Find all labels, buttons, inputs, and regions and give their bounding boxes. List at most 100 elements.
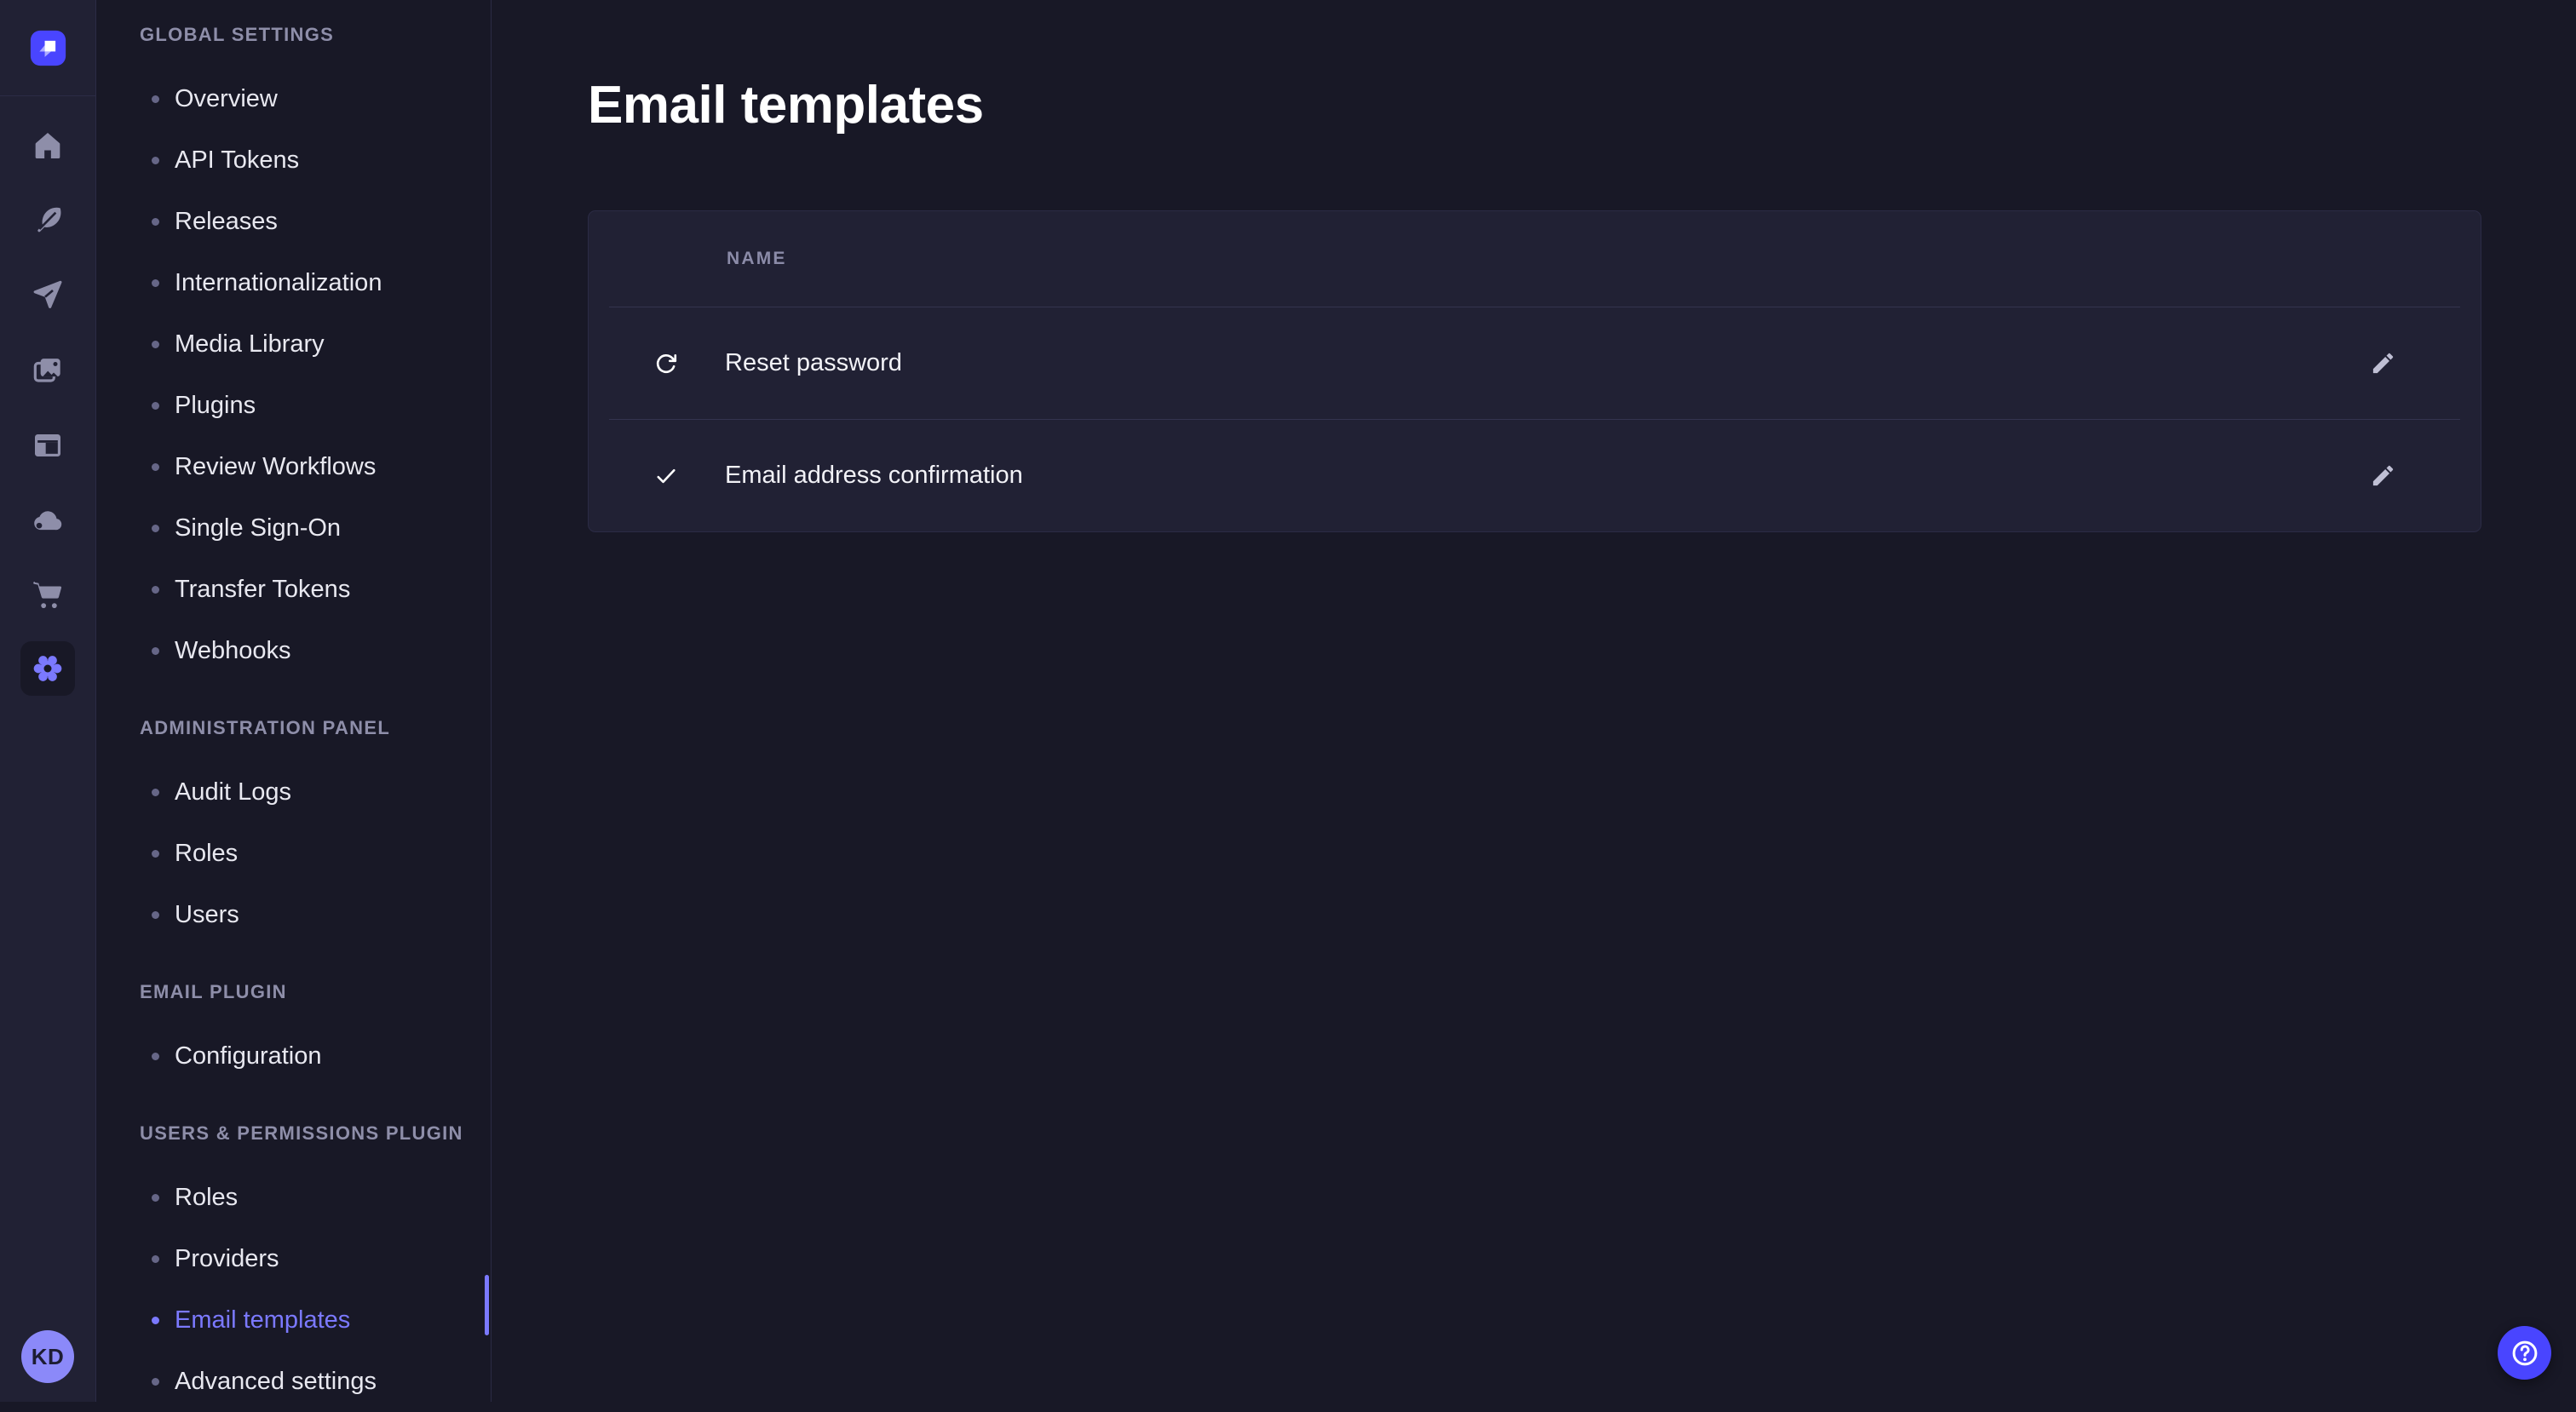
bullet-icon [152,1255,159,1263]
help-button[interactable] [2498,1326,2551,1380]
sidebar-item-internationalization[interactable]: Internationalization [97,252,491,313]
sidebar-item-single-sign-on[interactable]: Single Sign-On [97,497,491,559]
nav-section-global-settings: GLOBAL SETTINGS Overview API Tokens Release… [97,3,491,681]
email-templates-table: NAME Reset password Email address confirm… [588,210,2481,532]
bullet-icon [152,463,159,471]
sidebar-item-label: Transfer Tokens [175,576,350,604]
question-icon [2510,1338,2540,1369]
bullet-icon [152,402,159,410]
sidebar-item-advanced-settings[interactable]: Advanced settings [97,1351,491,1412]
refresh-icon [653,351,679,376]
cart-icon [31,578,65,612]
bullet-icon [152,850,159,858]
main-nav [0,129,95,696]
nav-gear[interactable] [20,641,75,696]
sidebar-item-roles[interactable]: Roles [97,1167,491,1228]
sidebar-item-media-library[interactable]: Media Library [97,313,491,375]
pencil-icon [2370,462,2396,489]
bullet-icon [152,1317,159,1324]
sidebar-item-label: Users [175,901,239,929]
bullet-icon [152,341,159,348]
sidebar-item-label: Audit Logs [175,778,291,806]
logo-section [0,0,95,96]
table-row[interactable]: Email address confirmation [589,420,2481,531]
nav-section-email-plugin: EMAIL PLUGIN Configuration [97,961,491,1087]
sidebar-item-label: Review Workflows [175,453,376,481]
column-header-name: NAME [727,249,787,269]
sidebar-item-label: Roles [175,1184,238,1212]
main-nav-rail: KD [0,0,96,1402]
bullet-icon [152,789,159,796]
table-header-row: NAME [589,211,2481,307]
nav-section-users-permissions-plugin: USERS & PERMISSIONS PLUGIN Roles Providers… [97,1102,491,1412]
bullet-icon [152,1194,159,1202]
nav-media[interactable] [31,353,65,387]
sidebar-item-audit-logs[interactable]: Audit Logs [97,761,491,823]
bullet-icon [152,525,159,532]
sidebar-item-review-workflows[interactable]: Review Workflows [97,436,491,497]
sidebar-item-label: Releases [175,208,278,236]
email-templates-table-body: Reset password Email address confirmation [589,307,2481,531]
bullet-icon [152,95,159,103]
sidebar-item-label: Configuration [175,1042,322,1070]
layout-icon [31,428,65,462]
strapi-logo-icon [29,29,67,67]
nav-paper-plane[interactable] [31,278,65,313]
sidebar-item-overview[interactable]: Overview [97,68,491,129]
table-row[interactable]: Reset password [589,307,2481,419]
strapi-logo-button[interactable] [29,29,67,67]
section-heading: ADMINISTRATION PANEL [97,697,491,761]
sidebar-item-label: Overview [175,85,278,113]
sidebar-item-label: Providers [175,1245,279,1273]
settings-sidebar: GLOBAL SETTINGS Overview API Tokens Release… [97,0,492,1402]
edit-button[interactable] [2370,462,2399,491]
template-name: Email address confirmation [725,462,1023,490]
sidebar-item-label: Roles [175,840,238,868]
section-heading: EMAIL PLUGIN [97,961,491,1025]
sidebar-item-label: API Tokens [175,146,299,175]
sidebar-item-label: Webhooks [175,637,291,665]
paper-plane-icon [31,278,65,313]
sidebar-item-label: Plugins [175,392,256,420]
nav-feather[interactable] [31,204,65,238]
nav-cart[interactable] [31,578,65,612]
bullet-icon [152,911,159,919]
edit-button[interactable] [2370,349,2399,378]
sidebar-item-email-templates[interactable]: Email templates [97,1289,491,1351]
bullet-icon [152,218,159,226]
bullet-icon [152,279,159,287]
sidebar-item-configuration[interactable]: Configuration [97,1025,491,1087]
nav-cloud[interactable] [31,503,65,537]
sidebar-item-roles[interactable]: Roles [97,823,491,884]
main-content: Email templates NAME Reset password Email… [492,0,2576,1402]
home-icon [31,129,65,163]
sidebar-item-webhooks[interactable]: Webhooks [97,620,491,681]
settings-nav: GLOBAL SETTINGS Overview API Tokens Release… [97,3,491,1412]
sidebar-item-users[interactable]: Users [97,884,491,945]
sidebar-scrollbar-thumb[interactable] [485,1275,489,1335]
page-title: Email templates [588,75,2576,135]
template-name: Reset password [725,349,902,377]
sidebar-item-label: Internationalization [175,269,382,297]
user-avatar[interactable]: KD [21,1330,74,1383]
sidebar-item-providers[interactable]: Providers [97,1228,491,1289]
bullet-icon [152,647,159,655]
cloud-icon [31,503,65,537]
nav-section-administration-panel: ADMINISTRATION PANEL Audit Logs Roles Users [97,697,491,945]
sidebar-item-label: Media Library [175,330,325,359]
check-icon [653,463,679,489]
sidebar-item-label: Advanced settings [175,1368,377,1396]
sidebar-item-plugins[interactable]: Plugins [97,375,491,436]
nav-layout[interactable] [31,428,65,462]
section-heading: GLOBAL SETTINGS [97,3,491,68]
bullet-icon [152,1053,159,1060]
media-library-icon [31,353,65,387]
section-heading: USERS & PERMISSIONS PLUGIN [97,1102,491,1167]
sidebar-item-transfer-tokens[interactable]: Transfer Tokens [97,559,491,620]
nav-home[interactable] [31,129,65,163]
bullet-icon [152,157,159,164]
sidebar-item-label: Email templates [175,1306,350,1335]
sidebar-item-api-tokens[interactable]: API Tokens [97,129,491,191]
pencil-icon [2370,350,2396,376]
sidebar-item-releases[interactable]: Releases [97,191,491,252]
